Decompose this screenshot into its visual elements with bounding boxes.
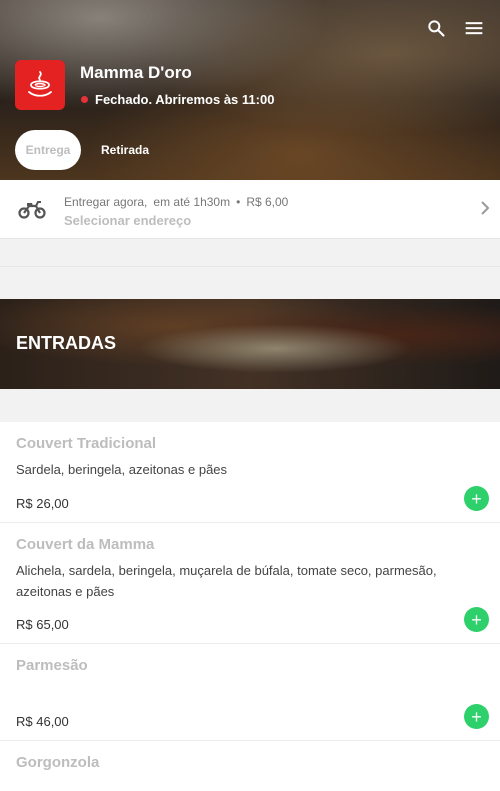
order-mode-tabs: Entrega Retirada <box>15 130 159 170</box>
category-title: ENTRADAS <box>16 333 117 353</box>
store-header: Mamma D'oro Fechado. Abriremos às 11:00 … <box>0 0 500 180</box>
search-icon[interactable] <box>424 16 448 40</box>
menu-icon[interactable] <box>462 16 486 40</box>
item-name: Couvert Tradicional <box>16 435 157 452</box>
delivery-summary: Entregar agora, em até 1h30m • R$ 6,00 <box>64 195 288 209</box>
store-status: Fechado. Abriremos às 11:00 <box>81 92 274 107</box>
item-name: Parmesão <box>16 657 88 674</box>
select-address-link[interactable]: Selecionar endereço <box>64 213 191 228</box>
delivery-eta: em até 1h30m <box>153 195 231 209</box>
menu-item[interactable]: Couvert da Mamma Alichela, sardela, beri… <box>0 523 500 644</box>
add-item-button[interactable]: + <box>464 704 489 729</box>
item-price: R$ 65,00 <box>16 617 69 632</box>
tab-retirada[interactable]: Retirada <box>91 130 159 170</box>
item-description: Sardela, beringela, azeitonas e pães <box>16 462 228 477</box>
motorcycle-icon <box>18 196 46 227</box>
menu-item[interactable]: Couvert Tradicional Sardela, beringela, … <box>0 422 500 523</box>
add-item-button[interactable]: + <box>464 486 489 511</box>
store-status-text: Fechado. Abriremos às 11:00 <box>95 92 275 107</box>
delivery-fee: R$ 6,00 <box>246 195 289 209</box>
item-name: Couvert da Mamma <box>16 536 155 553</box>
store-logo <box>15 60 65 110</box>
header-actions <box>424 16 486 40</box>
item-name: Gorgonzola <box>16 754 100 771</box>
add-item-button[interactable]: + <box>464 607 489 632</box>
menu-item[interactable]: Gorgonzola <box>0 741 500 791</box>
item-price: R$ 46,00 <box>16 714 69 729</box>
menu-item[interactable]: Parmesão R$ 46,00 + <box>0 644 500 741</box>
tab-entrega[interactable]: Entrega <box>15 130 81 170</box>
store-name: Mamma D'oro <box>80 63 192 82</box>
item-description: Alichela, sardela, beringela, muçarela d… <box>16 563 437 599</box>
item-price: R$ 26,00 <box>16 496 69 511</box>
delivery-info-bar[interactable] <box>0 180 500 239</box>
status-dot-icon <box>81 96 88 103</box>
delivery-separator: • <box>236 195 241 209</box>
chevron-right-icon <box>480 200 490 221</box>
delivery-mode: Entregar agora, <box>64 195 148 209</box>
category-banner: ENTRADAS <box>0 299 500 389</box>
divider <box>0 266 500 267</box>
